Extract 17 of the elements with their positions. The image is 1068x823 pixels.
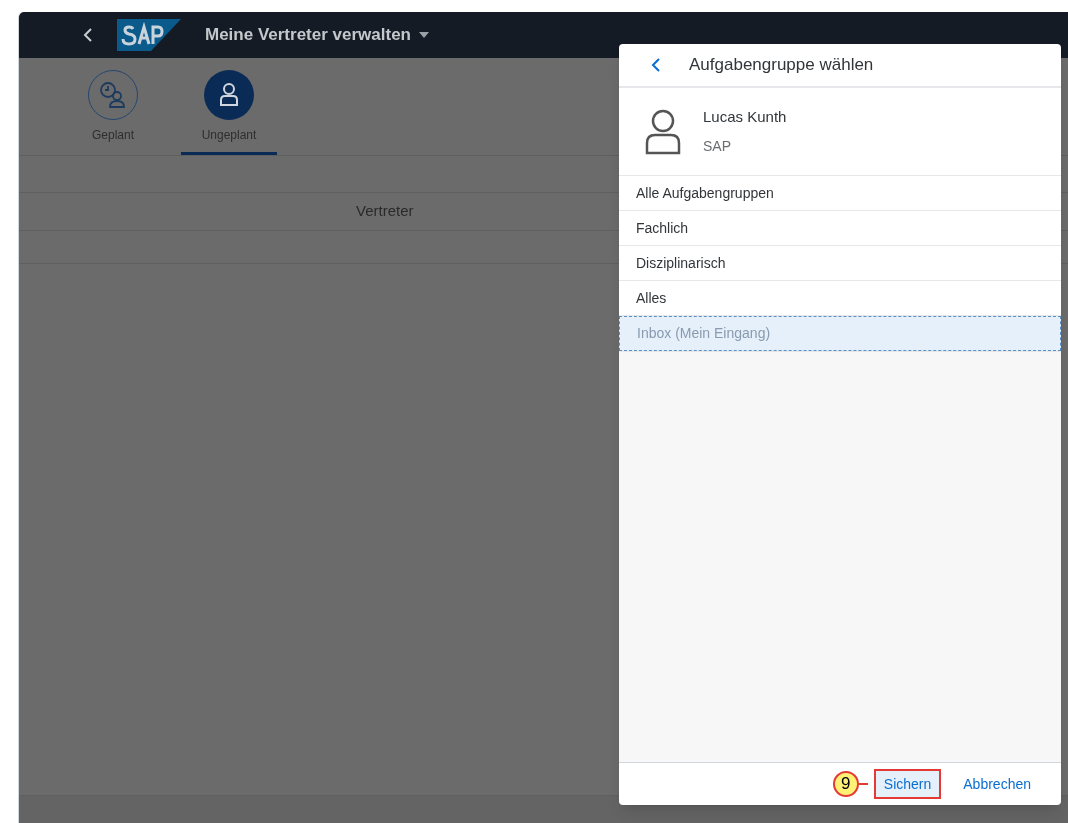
person-icon <box>645 108 681 155</box>
column-header: Vertreter <box>356 201 414 222</box>
app-title[interactable]: Meine Vertreter verwalten <box>205 22 411 48</box>
sap-logo-icon <box>117 19 181 51</box>
list-item[interactable]: Disziplinarisch <box>619 246 1061 281</box>
step-marker: 9 <box>832 771 859 797</box>
dialog-button[interactable]: Abbrechen <box>953 769 1041 799</box>
back-icon[interactable] <box>651 57 661 73</box>
dialog-title: Aufgabengruppe wählen <box>689 54 874 77</box>
person-icon <box>204 70 254 120</box>
list-item[interactable]: Fachlich <box>619 211 1061 246</box>
list-item[interactable]: Alle Aufgabengruppen <box>619 176 1061 211</box>
dialog-button[interactable]: Sichern <box>873 769 942 799</box>
user-company: SAP <box>703 137 732 157</box>
user-name: Lucas Kunth <box>703 106 787 127</box>
caret-icon[interactable] <box>419 32 429 38</box>
clock-person-icon <box>88 70 138 120</box>
